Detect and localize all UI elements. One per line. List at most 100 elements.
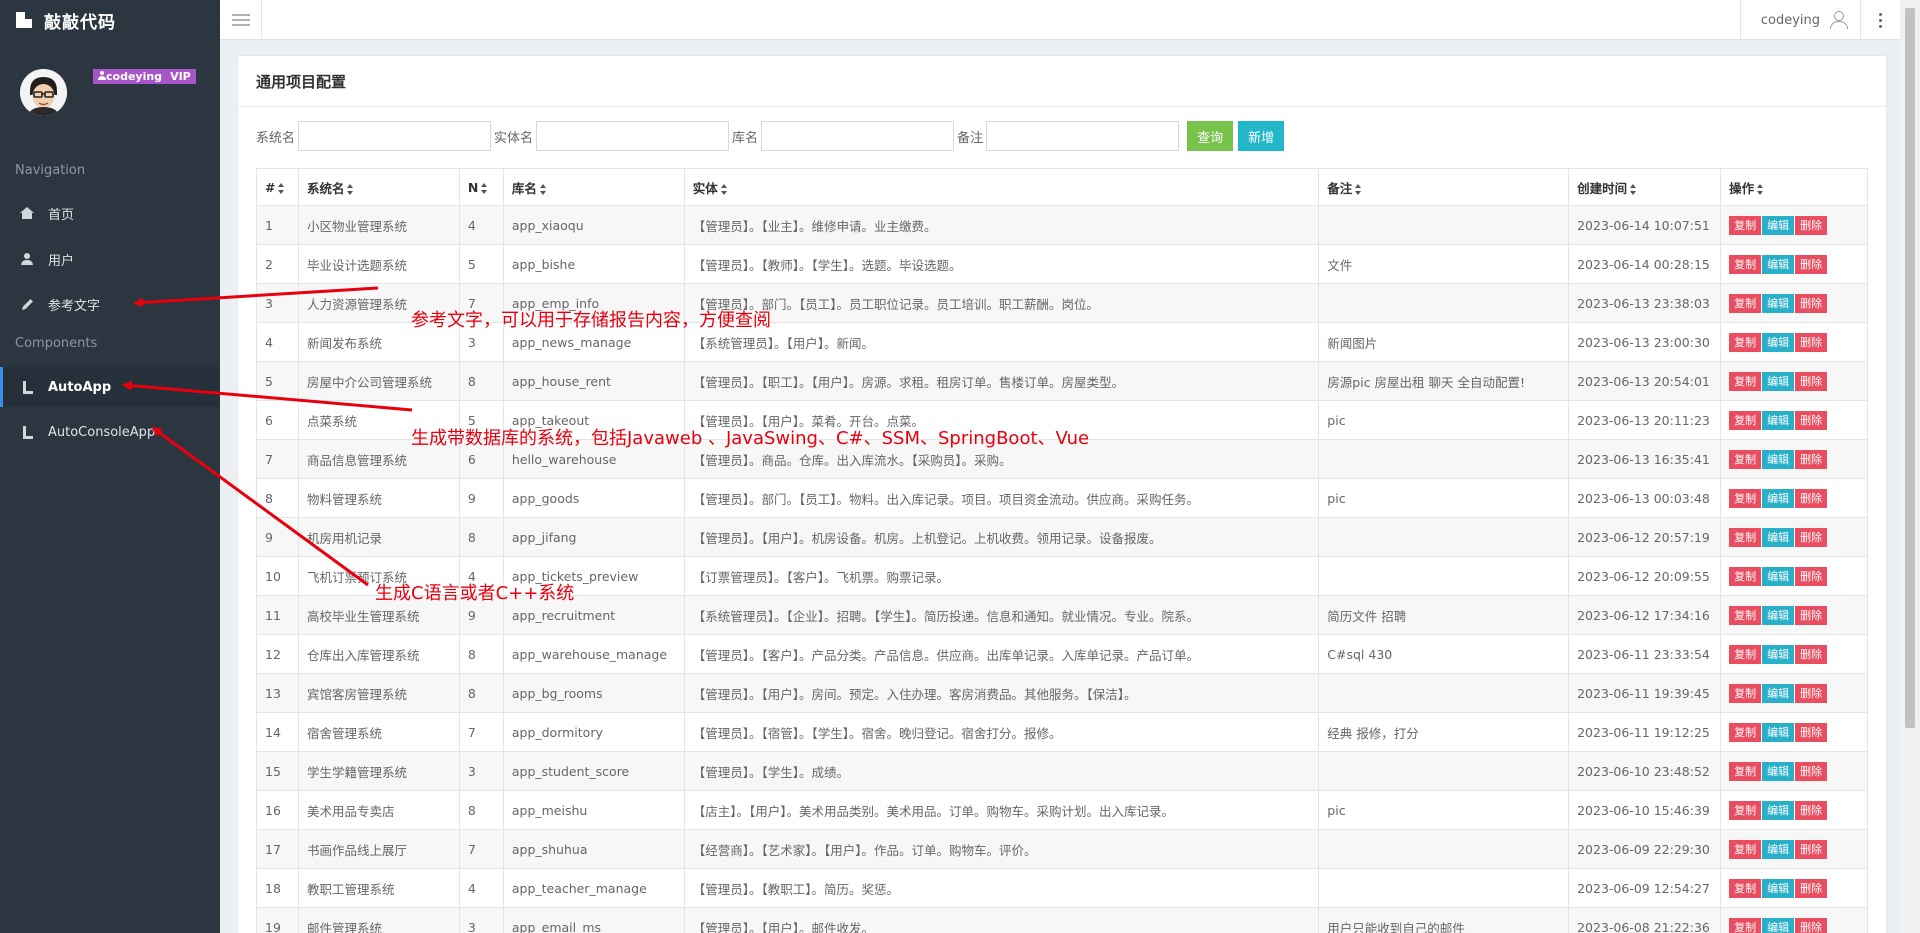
col-header-index[interactable]: # — [256, 168, 299, 206]
edit-button[interactable]: 编辑 — [1762, 254, 1795, 274]
col-header-created[interactable]: 创建时间 — [1568, 168, 1722, 206]
copy-button[interactable]: 复制 — [1729, 254, 1762, 274]
copy-button[interactable]: 复制 — [1729, 761, 1762, 781]
edit-button[interactable]: 编辑 — [1762, 410, 1795, 430]
table-cell: 【管理员】。【业主】。维修申请。业主缴费。 — [683, 205, 1320, 245]
copy-button[interactable]: 复制 — [1729, 527, 1762, 547]
delete-button[interactable]: 删除 — [1795, 566, 1828, 586]
delete-button[interactable]: 删除 — [1795, 683, 1828, 703]
delete-button[interactable]: 删除 — [1795, 293, 1828, 313]
row-actions: 复制 编辑 删除 — [1720, 439, 1868, 479]
query-button[interactable]: 查询 — [1187, 121, 1234, 151]
edit-button[interactable]: 编辑 — [1762, 644, 1795, 664]
delete-button[interactable]: 删除 — [1795, 488, 1828, 508]
db-name-input[interactable] — [761, 121, 955, 151]
delete-button[interactable]: 删除 — [1795, 839, 1828, 859]
table-cell: 14 — [256, 712, 299, 752]
table-cell: 小区物业管理系统 — [297, 205, 460, 245]
vertical-scrollbar[interactable] — [1900, 0, 1920, 933]
copy-button[interactable]: 复制 — [1729, 878, 1762, 898]
col-header-actions[interactable]: 操作 — [1720, 168, 1868, 206]
more-options-button[interactable] — [1860, 0, 1900, 40]
copy-button[interactable]: 复制 — [1729, 449, 1762, 469]
col-header-entity[interactable]: 实体 — [683, 168, 1320, 206]
sidebar-item-reference-text[interactable]: 参考文字 — [0, 284, 220, 324]
copy-button[interactable]: 复制 — [1729, 722, 1762, 742]
sidebar-item-autoapp[interactable]: AutoApp — [0, 367, 220, 407]
edit-button[interactable]: 编辑 — [1762, 917, 1795, 933]
brand[interactable]: 敲敲代码 — [0, 0, 220, 40]
edit-button[interactable]: 编辑 — [1762, 371, 1795, 391]
table-cell: 2023-06-10 15:46:39 — [1568, 790, 1722, 830]
edit-button[interactable]: 编辑 — [1762, 449, 1795, 469]
row-actions: 复制 编辑 删除 — [1720, 556, 1868, 596]
edit-button[interactable]: 编辑 — [1762, 683, 1795, 703]
add-button[interactable]: 新增 — [1238, 121, 1285, 151]
copy-button[interactable]: 复制 — [1729, 332, 1762, 352]
scrollbar-thumb[interactable] — [1905, 8, 1915, 728]
col-header-system[interactable]: 系统名 — [297, 168, 460, 206]
copy-button[interactable]: 复制 — [1729, 371, 1762, 391]
table-cell: 文件 — [1318, 244, 1570, 284]
delete-button[interactable]: 删除 — [1795, 917, 1828, 933]
edit-button[interactable]: 编辑 — [1762, 215, 1795, 235]
edit-button[interactable]: 编辑 — [1762, 527, 1795, 547]
col-header-remark[interactable]: 备注 — [1318, 168, 1570, 206]
delete-button[interactable]: 删除 — [1795, 761, 1828, 781]
table-cell: 【系统管理员】。【企业】。招聘。【学生】。简历投递。信息和通知。就业情况。专业。… — [683, 595, 1320, 635]
remark-input[interactable] — [986, 121, 1180, 151]
col-header-db[interactable]: 库名 — [502, 168, 685, 206]
delete-button[interactable]: 删除 — [1795, 449, 1828, 469]
delete-button[interactable]: 删除 — [1795, 254, 1828, 274]
delete-button[interactable]: 删除 — [1795, 722, 1828, 742]
delete-button[interactable]: 删除 — [1795, 644, 1828, 664]
edit-button[interactable]: 编辑 — [1762, 839, 1795, 859]
edit-button[interactable]: 编辑 — [1762, 761, 1795, 781]
delete-button[interactable]: 删除 — [1795, 878, 1828, 898]
edit-button[interactable]: 编辑 — [1762, 800, 1795, 820]
copy-button[interactable]: 复制 — [1729, 605, 1762, 625]
copy-button[interactable]: 复制 — [1729, 683, 1762, 703]
copy-button[interactable]: 复制 — [1729, 917, 1762, 933]
edit-button[interactable]: 编辑 — [1762, 566, 1795, 586]
user-menu[interactable]: codeying — [1739, 0, 1860, 40]
table-cell: 10 — [256, 556, 299, 596]
copy-button[interactable]: 复制 — [1729, 800, 1762, 820]
copy-button[interactable]: 复制 — [1729, 839, 1762, 859]
delete-button[interactable]: 删除 — [1795, 410, 1828, 430]
delete-button[interactable]: 删除 — [1795, 371, 1828, 391]
copy-button[interactable]: 复制 — [1729, 215, 1762, 235]
table-cell: 4 — [458, 868, 504, 908]
delete-button[interactable]: 删除 — [1795, 215, 1828, 235]
edit-button[interactable]: 编辑 — [1762, 332, 1795, 352]
copy-button[interactable]: 复制 — [1729, 410, 1762, 430]
delete-button[interactable]: 删除 — [1795, 800, 1828, 820]
edit-button[interactable]: 编辑 — [1762, 605, 1795, 625]
col-header-n[interactable]: N — [458, 168, 504, 206]
row-actions: 复制 编辑 删除 — [1720, 712, 1868, 752]
delete-button[interactable]: 删除 — [1795, 332, 1828, 352]
avatar[interactable] — [20, 69, 67, 116]
annotation-text-1: 参考文字，可以用于存储报告内容，方便查阅 — [411, 310, 771, 331]
copy-button[interactable]: 复制 — [1729, 566, 1762, 586]
copy-button[interactable]: 复制 — [1729, 644, 1762, 664]
menu-toggle-button[interactable] — [220, 0, 262, 40]
table-cell: C#sql 430 — [1318, 634, 1570, 674]
copy-button[interactable]: 复制 — [1729, 488, 1762, 508]
main-panel: 通用项目配置 系统名 实体名 库名 备注 查询 新增 # 系统名 N 库名 实体… — [237, 55, 1887, 933]
sidebar-item-autoconsoleapp[interactable]: AutoConsoleApp — [0, 412, 220, 452]
edit-button[interactable]: 编辑 — [1762, 722, 1795, 742]
edit-button[interactable]: 编辑 — [1762, 878, 1795, 898]
edit-button[interactable]: 编辑 — [1762, 293, 1795, 313]
copy-button[interactable]: 复制 — [1729, 293, 1762, 313]
table-row: 8 物料管理系统 9 app_goods 【管理员】。部门。【员工】。物料。出入库记录。… — [256, 478, 1868, 518]
hamburger-icon — [231, 14, 250, 26]
system-name-input[interactable] — [298, 121, 492, 151]
table-cell: app_student_score — [502, 751, 685, 791]
delete-button[interactable]: 删除 — [1795, 605, 1828, 625]
entity-name-input[interactable] — [536, 121, 730, 151]
sidebar-item-home[interactable]: 首页 — [0, 193, 220, 233]
sidebar-item-user[interactable]: 用户 — [0, 239, 220, 279]
delete-button[interactable]: 删除 — [1795, 527, 1828, 547]
edit-button[interactable]: 编辑 — [1762, 488, 1795, 508]
